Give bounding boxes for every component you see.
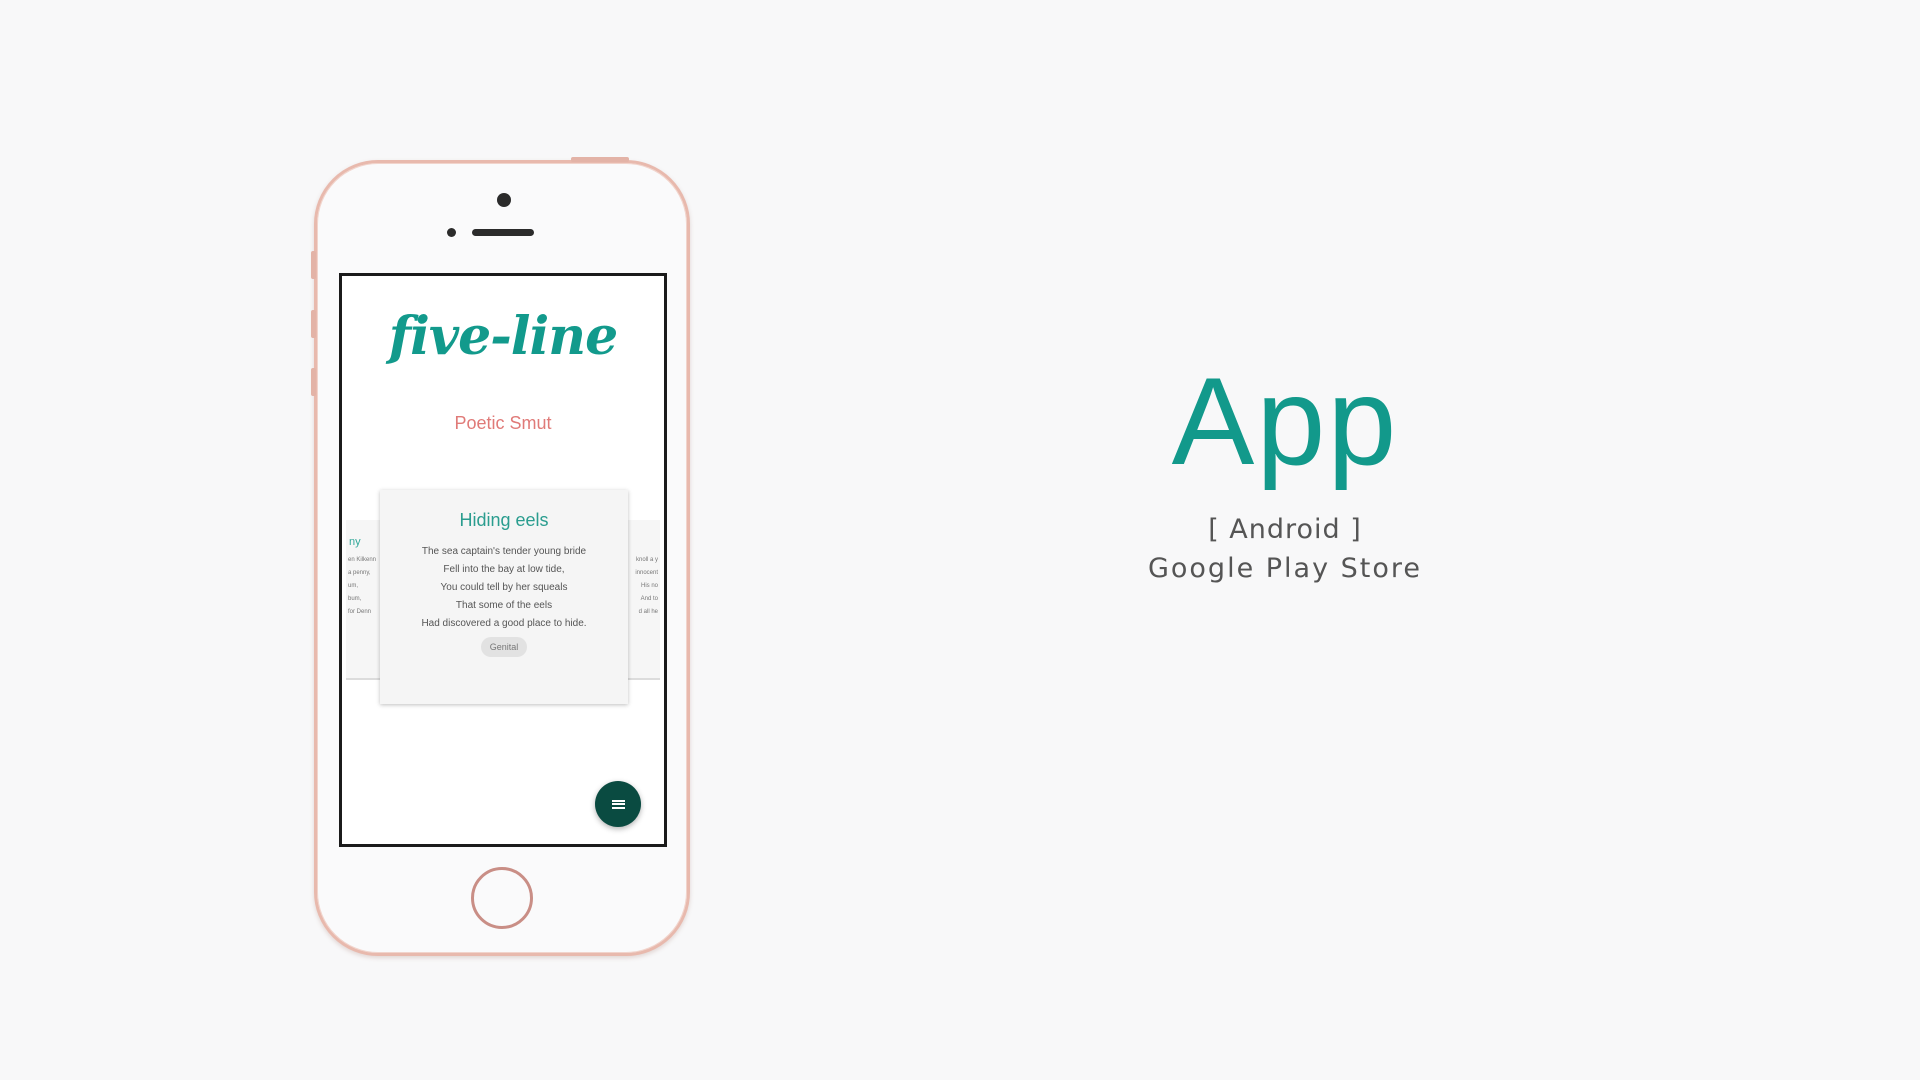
poem-line: You could tell by her squeals (440, 582, 568, 593)
home-button (471, 867, 533, 929)
app-tagline: Poetic Smut (454, 413, 552, 433)
poem-body: The sea captain's tender young bride Fel… (380, 543, 628, 633)
earpiece-speaker (472, 229, 534, 236)
volume-up-button (311, 310, 316, 338)
poem-line: The sea captain's tender young bride (421, 546, 587, 557)
poem-title: Hiding eels (459, 510, 549, 530)
power-button (571, 157, 629, 162)
menu-icon (611, 799, 625, 809)
proximity-sensor (447, 228, 456, 237)
promo-platform: [ Android ] (1208, 514, 1362, 545)
promo-stage: five-line Poetic Smut ny en Kilkenn a pe… (0, 0, 1920, 1080)
poem-line: Had discovered a good place to hide. (421, 618, 587, 629)
app-logo: five-line (388, 306, 618, 367)
menu-fab-button[interactable] (595, 781, 641, 827)
phone-screen: five-line Poetic Smut ny en Kilkenn a pe… (339, 273, 667, 847)
phone-mockup: five-line Poetic Smut ny en Kilkenn a pe… (311, 157, 690, 956)
poem-card[interactable]: Hiding eels The sea captain's tender you… (380, 490, 628, 704)
mute-switch (311, 251, 316, 279)
poem-line: Fell into the bay at low tide, (443, 564, 565, 575)
volume-down-button (311, 368, 316, 396)
promo-text: App [ Android ] Google Play Store (1100, 360, 1470, 584)
promo-store: Google Play Store (1147, 553, 1423, 584)
promo-title: App (1171, 353, 1399, 491)
poem-line: That some of the eels (455, 600, 553, 611)
front-camera (497, 193, 511, 207)
poem-tag-chip[interactable]: Genital (480, 637, 528, 657)
